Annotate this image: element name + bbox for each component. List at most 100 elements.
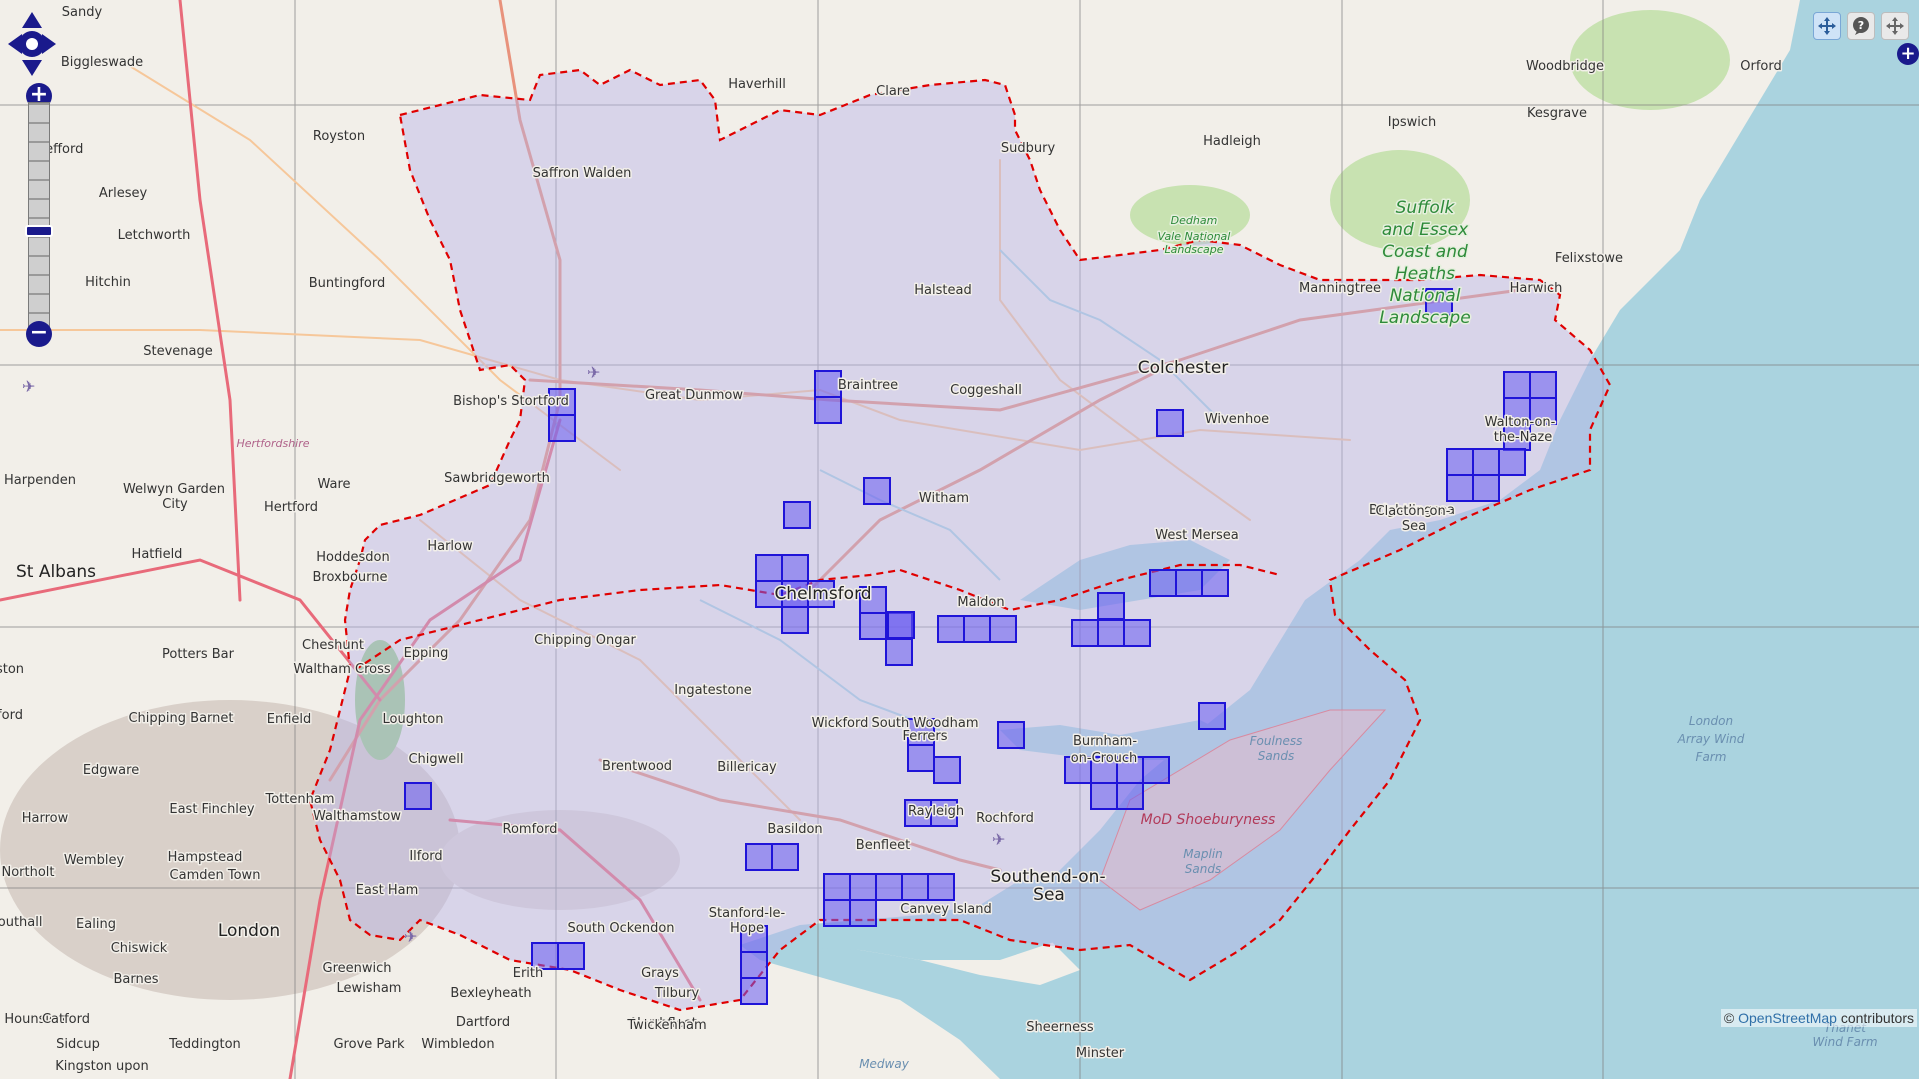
- grid-cell[interactable]: [885, 638, 913, 666]
- airport-icon-luton: ✈: [22, 377, 35, 396]
- grid-cell[interactable]: [740, 977, 768, 1005]
- grid-cell[interactable]: [1472, 474, 1500, 502]
- grid-cell[interactable]: [1156, 409, 1184, 437]
- grid-cell[interactable]: [745, 843, 773, 871]
- grid-cell[interactable]: [1097, 619, 1125, 647]
- grid-cell[interactable]: [901, 873, 929, 901]
- navigate-tool[interactable]: [1813, 12, 1841, 40]
- place-label: Wickford: [812, 716, 869, 731]
- layer-switcher-button[interactable]: +: [1897, 43, 1919, 65]
- place-label: Cheshunt: [302, 638, 364, 653]
- grid-cell[interactable]: [1142, 756, 1170, 784]
- map-canvas[interactable]: ✈ ✈ ✈ ✈ SandyBiggleswadeRoystonSheffordA…: [0, 0, 1919, 1079]
- grid-cell[interactable]: [1123, 619, 1151, 647]
- place-label: Kingston upon: [55, 1059, 149, 1074]
- place-label: St Albans: [16, 562, 96, 582]
- grid-cell[interactable]: [1201, 569, 1229, 597]
- protected-landscape-label: Heaths: [1395, 264, 1455, 284]
- grid-cell[interactable]: [1090, 782, 1118, 810]
- grid-cell[interactable]: [1446, 474, 1474, 502]
- place-label: Colchester: [1138, 358, 1229, 378]
- place-label: Southend-on-: [990, 867, 1105, 887]
- place-label: Brentwood: [602, 759, 672, 774]
- grid-cell[interactable]: [989, 615, 1017, 643]
- grid-cell[interactable]: [887, 611, 915, 639]
- pan-arrows-icon[interactable]: [8, 10, 56, 76]
- grid-cell[interactable]: [548, 414, 576, 442]
- query-tool[interactable]: ?: [1847, 12, 1875, 40]
- grid-cell[interactable]: [1116, 782, 1144, 810]
- grid-cell[interactable]: [755, 554, 783, 582]
- water-feature-label: Array Wind: [1677, 732, 1745, 746]
- grid-cell[interactable]: [849, 873, 877, 901]
- place-label: Benfleet: [856, 838, 910, 853]
- grid-cell[interactable]: [875, 873, 903, 901]
- place-label: Sheerness: [1026, 1020, 1094, 1035]
- grid-cell[interactable]: [781, 554, 809, 582]
- place-label: Arlesey: [99, 186, 148, 201]
- grid-cell[interactable]: [740, 951, 768, 979]
- place-label: Rayleigh: [908, 804, 964, 819]
- grid-cell[interactable]: [1503, 371, 1531, 399]
- grid-cell[interactable]: [859, 612, 887, 640]
- place-label: Ipswich: [1388, 115, 1437, 130]
- place-label: Royston: [313, 129, 365, 144]
- grid-cell[interactable]: [771, 843, 799, 871]
- place-label: Enfield: [267, 712, 312, 727]
- grid-cell[interactable]: [933, 756, 961, 784]
- place-label: Hatfield: [132, 547, 183, 562]
- place-label: Erith: [513, 966, 544, 981]
- place-label: Potters Bar: [162, 647, 235, 662]
- grid-cell[interactable]: [963, 615, 991, 643]
- grid-cell[interactable]: [1498, 448, 1526, 476]
- place-label: East Finchley: [169, 802, 255, 817]
- grid-cell[interactable]: [404, 782, 432, 810]
- place-label: Wivenhoe: [1205, 412, 1269, 427]
- grid-cell[interactable]: [823, 899, 851, 927]
- place-label: Grays: [641, 966, 679, 981]
- grid-cell[interactable]: [823, 873, 851, 901]
- grid-cell[interactable]: [783, 501, 811, 529]
- grid-cell[interactable]: [1198, 702, 1226, 730]
- grid-cell[interactable]: [1472, 448, 1500, 476]
- place-label: South Ockendon: [567, 921, 674, 936]
- place-label: Lewisham: [337, 981, 402, 996]
- grid-cell[interactable]: [1175, 569, 1203, 597]
- place-label: Welwyn Garden: [123, 482, 225, 497]
- pan-cross-icon: [1886, 17, 1904, 35]
- place-label: Harwich: [1510, 281, 1563, 296]
- zoom-out-button[interactable]: −: [26, 321, 52, 347]
- protected-landscape-label: National: [1390, 286, 1461, 306]
- grid-cell[interactable]: [781, 606, 809, 634]
- grid-cell[interactable]: [1446, 448, 1474, 476]
- place-label: Chigwell: [408, 752, 463, 767]
- grid-cell[interactable]: [557, 942, 585, 970]
- zoom-bar[interactable]: [28, 102, 50, 338]
- grid-cell[interactable]: [1149, 569, 1177, 597]
- pan-tool[interactable]: [1881, 12, 1909, 40]
- grid-cell[interactable]: [1529, 371, 1557, 399]
- water-feature-label: Medway: [859, 1057, 910, 1071]
- water-feature-label: Sands: [1185, 862, 1221, 876]
- grid-cell[interactable]: [863, 477, 891, 505]
- grid-cell[interactable]: [814, 396, 842, 424]
- county-label: Hertfordshire: [236, 437, 309, 450]
- place-label: Ware: [317, 477, 350, 492]
- grid-cell[interactable]: [849, 899, 877, 927]
- grid-cell[interactable]: [1097, 592, 1125, 620]
- grid-cell[interactable]: [927, 873, 955, 901]
- place-label: Dartford: [456, 1015, 510, 1030]
- place-label: Chelmsford: [774, 584, 871, 604]
- grid-cell[interactable]: [937, 615, 965, 643]
- place-label: Saffron Walden: [533, 166, 632, 181]
- place-label: Tilbury: [654, 986, 700, 1001]
- grid-cell[interactable]: [1071, 619, 1099, 647]
- grid-cell[interactable]: [997, 721, 1025, 749]
- place-label: Waltham Cross: [293, 662, 391, 677]
- grid-cell[interactable]: [907, 744, 935, 772]
- airport-icon-london-city: ✈: [404, 927, 417, 946]
- copyright-symbol: ©: [1723, 1010, 1735, 1026]
- protected-landscape-label: Landscape: [1379, 308, 1470, 328]
- openstreetmap-link[interactable]: OpenStreetMap: [1738, 1010, 1837, 1026]
- zoom-slider-handle[interactable]: [25, 225, 53, 237]
